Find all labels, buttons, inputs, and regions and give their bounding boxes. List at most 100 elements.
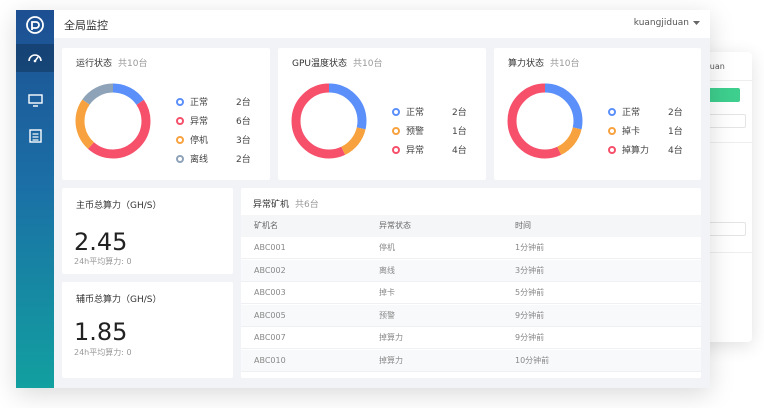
hash-status-donut	[507, 83, 583, 159]
gpu-status-donut	[291, 83, 367, 159]
legend-item: 正常 2台	[608, 102, 683, 121]
legend-value: 2台	[668, 108, 683, 118]
card-subtitle: 共10台	[353, 59, 383, 69]
run-status-donut	[75, 83, 151, 159]
aux-coin-avg: 24h平均算力: 0	[74, 348, 132, 357]
legend-label: 掉卡	[622, 127, 641, 137]
miner-name: ABC002	[254, 265, 286, 275]
legend-value: 2台	[452, 108, 467, 118]
legend-item: 掉卡 1台	[608, 121, 683, 140]
page-title: 全局监控	[64, 19, 108, 32]
legend-label: 离线	[190, 155, 209, 165]
event-time: 1分钟前	[515, 243, 545, 252]
legend-dot-icon	[392, 145, 400, 154]
legend-item: 掉算力 4台	[608, 140, 683, 159]
column-header: 异常状态	[379, 221, 411, 230]
miner-name: ABC003	[254, 288, 286, 298]
sidebar	[16, 10, 54, 388]
card-title: 算力状态	[508, 59, 545, 69]
legend-label: 正常	[406, 108, 425, 118]
card-subtitle: 共10台	[550, 59, 580, 69]
miner-name: ABC001	[254, 243, 286, 252]
table-row[interactable]: ABC002 离线 3分钟前	[241, 259, 701, 282]
legend-label: 异常	[406, 146, 425, 156]
abnormal-status: 离线	[379, 265, 395, 275]
legend-label: 停机	[190, 136, 209, 146]
miner-name: ABC005	[254, 310, 286, 320]
legend-label: 预警	[406, 127, 425, 137]
abnormal-status: 掉卡	[379, 288, 395, 298]
table-row[interactable]: ABC010 掉算力 10分钟前	[241, 350, 701, 372]
gpu-status-card: GPU温度状态 共10台 正常 2台预警 1台异常 4台	[278, 48, 486, 180]
table-row[interactable]: ABC003 掉卡 5分钟前	[241, 282, 701, 305]
legend-dot-icon	[176, 97, 184, 106]
legend-item: 停机 3台	[176, 130, 251, 149]
abnormal-status: 预警	[379, 310, 395, 320]
card-subtitle: 共6台	[295, 200, 319, 210]
abnormal-status: 掉算力	[379, 356, 403, 365]
legend-item: 正常 2台	[392, 102, 467, 121]
legend-dot-icon	[176, 135, 184, 144]
run-status-legend: 正常 2台 异常 6台 停机 3台 离线 2台	[176, 92, 251, 168]
legend-label: 正常	[190, 98, 209, 108]
legend-item: 异常 4台	[392, 140, 467, 159]
legend-value: 2台	[236, 98, 251, 108]
miner-name: ABC007	[254, 333, 286, 343]
event-time: 5分钟前	[515, 288, 545, 298]
event-time: 3分钟前	[515, 265, 545, 275]
column-header: 时间	[515, 221, 531, 230]
logo-icon	[16, 10, 54, 40]
list-icon	[28, 129, 42, 143]
card-subtitle: 共10台	[118, 59, 148, 69]
legend-item: 预警 1台	[392, 121, 467, 140]
legend-value: 4台	[452, 146, 467, 156]
abnormal-miners-card: 异常矿机 共6台 矿机名 异常状态 时间 ABC001 停机 1分钟前 ABC002 离线…	[241, 188, 701, 378]
legend-dot-icon	[608, 107, 616, 116]
legend-dot-icon	[392, 126, 400, 135]
table-row[interactable]: ABC001 停机 1分钟前	[241, 237, 701, 259]
legend-dot-icon	[176, 154, 184, 163]
table-row[interactable]: ABC007 掉算力 9分钟前	[241, 327, 701, 350]
monitor-icon	[27, 93, 43, 107]
hash-status-legend: 正常 2台掉卡 1台掉算力 4台	[608, 102, 683, 159]
app-window: 全局监控 kuangjiduan 运行状态 共10台 正常 2台 异常 6台 停机 3台 离线…	[16, 10, 710, 388]
user-menu[interactable]: kuangjiduan	[634, 18, 700, 28]
legend-dot-icon	[176, 116, 184, 125]
main-coin-card: 主币总算力（GH/S） 2.45 24h平均算力: 0	[62, 188, 233, 274]
sidebar-item-monitor[interactable]	[16, 86, 54, 114]
legend-value: 1台	[452, 127, 467, 137]
abnormal-status: 停机	[379, 243, 395, 252]
column-header: 矿机名	[254, 221, 278, 230]
card-title: GPU温度状态	[292, 59, 347, 69]
table-header: 矿机名 异常状态 时间	[241, 215, 701, 237]
sidebar-item-list[interactable]	[16, 122, 54, 150]
legend-value: 3台	[236, 136, 251, 146]
legend-dot-icon	[608, 145, 616, 154]
legend-value: 4台	[668, 146, 683, 156]
sidebar-item-dashboard[interactable]	[16, 44, 54, 72]
legend-value: 2台	[236, 155, 251, 165]
gpu-status-legend: 正常 2台预警 1台异常 4台	[392, 102, 467, 159]
card-title: 辅币总算力（GH/S）	[76, 295, 162, 305]
aux-coin-card: 辅币总算力（GH/S） 1.85 24h平均算力: 0	[62, 282, 233, 378]
legend-label: 掉算力	[622, 146, 650, 156]
hash-status-card: 算力状态 共10台 正常 2台掉卡 1台掉算力 4台	[494, 48, 701, 180]
card-title: 主币总算力（GH/S）	[76, 201, 162, 211]
miner-name: ABC010	[254, 356, 286, 365]
aux-coin-value: 1.85	[74, 318, 128, 346]
event-time: 9分钟前	[515, 310, 545, 320]
event-time: 10分钟前	[515, 356, 550, 365]
abnormal-status: 掉算力	[379, 333, 403, 343]
table-row[interactable]: ABC005 预警 9分钟前	[241, 304, 701, 327]
legend-value: 1台	[668, 127, 683, 137]
main-coin-value: 2.45	[74, 228, 128, 256]
legend-dot-icon	[608, 126, 616, 135]
card-title: 异常矿机	[253, 200, 290, 210]
legend-label: 异常	[190, 117, 209, 127]
legend-label: 正常	[622, 108, 641, 118]
username: kuangjiduan	[633, 18, 689, 28]
run-status-card: 运行状态 共10台 正常 2台 异常 6台 停机 3台 离线 2台	[62, 48, 270, 180]
main-coin-avg: 24h平均算力: 0	[74, 257, 132, 266]
caret-down-icon	[693, 20, 700, 25]
card-title: 运行状态	[76, 59, 113, 69]
